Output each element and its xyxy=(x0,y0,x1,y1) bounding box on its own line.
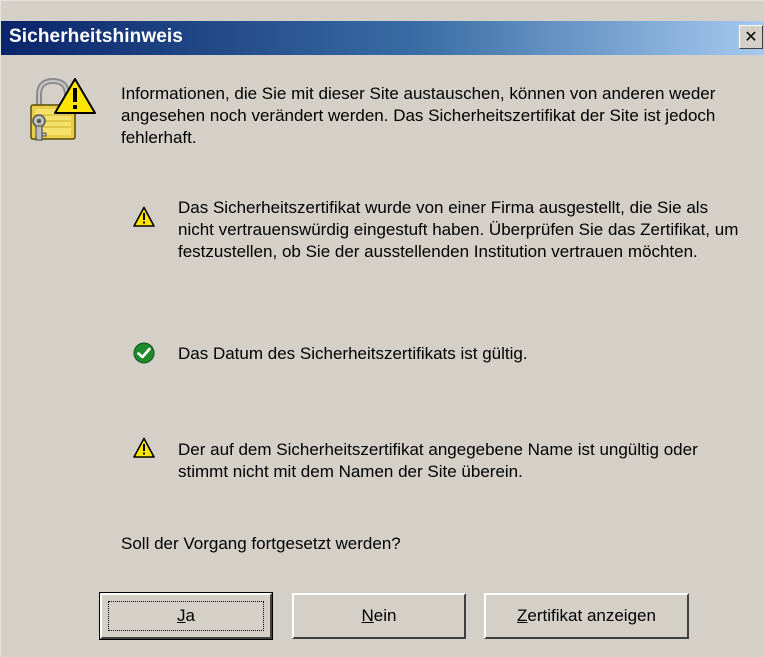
title-bar[interactable]: Sicherheitshinweis ✕ xyxy=(1,21,764,55)
close-icon: ✕ xyxy=(744,27,758,46)
continue-question: Soll der Vorgang fortgesetzt werden? xyxy=(121,534,401,553)
status-item-text: Der auf dem Sicherheitszertifikat angege… xyxy=(178,440,698,481)
status-item-text: Das Sicherheitszertifikat wurde von eine… xyxy=(178,198,739,261)
no-button[interactable]: Nein xyxy=(292,593,466,639)
checkmark-icon xyxy=(133,342,155,364)
warning-icon xyxy=(133,206,155,227)
no-button-label: Nein xyxy=(361,606,397,625)
yes-button-label: Ja xyxy=(177,606,195,625)
intro-text: Informationen, die Sie mit dieser Site a… xyxy=(121,84,716,147)
view-certificate-button-label: Zertifikat anzeigen xyxy=(517,606,656,625)
lock-warning-icon xyxy=(30,77,96,141)
status-item-text: Das Datum des Sicherheitszertifikats ist… xyxy=(178,344,528,363)
warning-icon xyxy=(133,437,155,458)
close-button[interactable]: ✕ xyxy=(739,25,763,49)
security-warning-dialog: Sicherheitshinweis ✕ Informationen, die … xyxy=(0,0,764,657)
yes-button[interactable]: Ja xyxy=(99,592,273,640)
window-title: Sicherheitshinweis xyxy=(9,26,183,47)
view-certificate-button[interactable]: Zertifikat anzeigen xyxy=(484,593,689,639)
